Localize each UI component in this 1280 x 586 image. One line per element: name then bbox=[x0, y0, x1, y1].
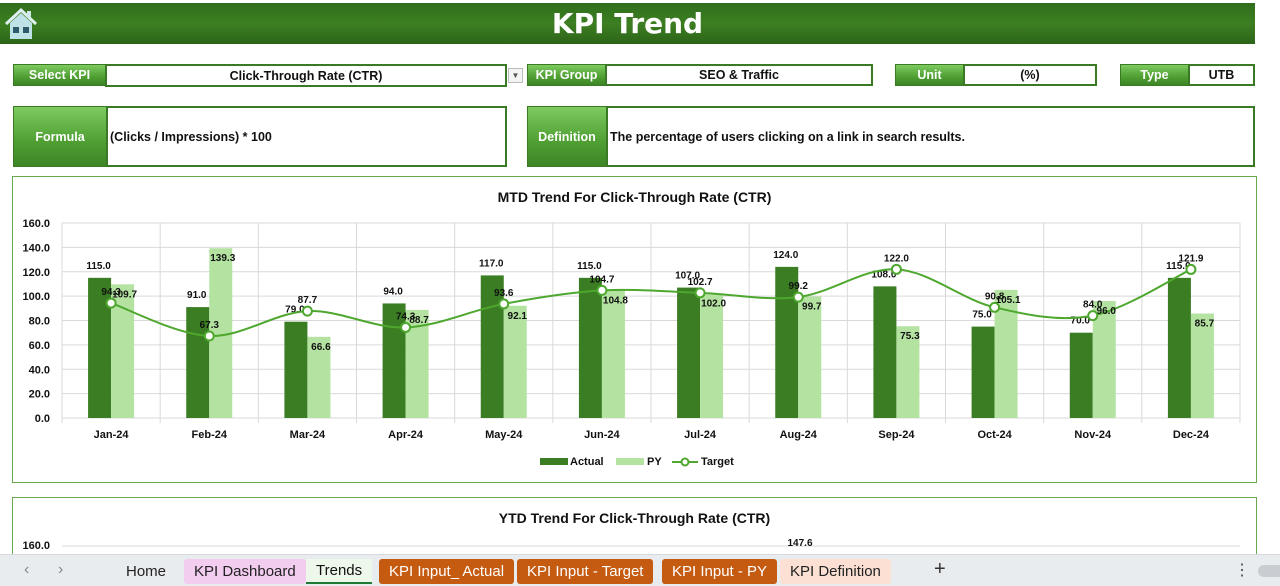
data-label-actual: 115.0 bbox=[86, 261, 111, 272]
data-label-actual: 94.0 bbox=[383, 286, 403, 297]
data-label-py: 92.1 bbox=[508, 311, 528, 322]
sheet-tab-bar: ‹ › Home KPI Dashboard Trends KPI Input_ Ac… bbox=[0, 554, 1280, 586]
bar-actual bbox=[578, 277, 602, 418]
sheet-tab-kpi-input-py[interactable]: KPI Input - PY bbox=[662, 559, 778, 584]
target-marker bbox=[400, 321, 412, 333]
y-tick-label: 80.0 bbox=[29, 316, 50, 328]
data-label-py: 85.7 bbox=[1195, 319, 1215, 330]
sheet-tab-home[interactable]: Home bbox=[116, 559, 176, 584]
legend-marker-target bbox=[680, 457, 690, 467]
bar-py bbox=[601, 290, 625, 418]
x-tick-label: Aug-24 bbox=[780, 429, 818, 441]
data-label-target: 99.2 bbox=[789, 281, 809, 292]
ytd-y-tick: 160.0 bbox=[22, 540, 50, 552]
target-marker bbox=[1087, 310, 1099, 322]
data-label-py: 66.6 bbox=[311, 342, 331, 353]
x-tick-label: Apr-24 bbox=[388, 429, 424, 441]
x-tick-label: Jun-24 bbox=[584, 429, 620, 441]
target-marker bbox=[105, 297, 117, 309]
legend-label-actual: Actual bbox=[570, 456, 604, 468]
data-label-target: 90.8 bbox=[985, 291, 1005, 302]
x-tick-label: Jul-24 bbox=[684, 429, 717, 441]
x-tick-label: Sep-24 bbox=[878, 429, 915, 441]
data-label-py: 75.3 bbox=[900, 331, 920, 342]
target-marker bbox=[596, 284, 608, 296]
data-label-actual: 91.0 bbox=[187, 290, 207, 301]
data-label-target: 74.3 bbox=[396, 311, 416, 322]
legend-swatch-py bbox=[616, 458, 644, 465]
data-label-py: 139.3 bbox=[210, 253, 235, 264]
data-label-target: 102.7 bbox=[688, 277, 713, 288]
x-tick-label: Dec-24 bbox=[1173, 429, 1210, 441]
target-marker bbox=[301, 305, 313, 317]
bar-py bbox=[700, 293, 724, 418]
data-label-target: 121.9 bbox=[1178, 253, 1203, 264]
data-label-target: 87.7 bbox=[298, 295, 318, 306]
bar-actual bbox=[1069, 332, 1093, 418]
scrollbar-handle[interactable] bbox=[1258, 565, 1280, 577]
data-label-py: 102.0 bbox=[701, 299, 726, 310]
next-sheet-icon[interactable]: › bbox=[58, 561, 63, 579]
target-marker bbox=[498, 298, 510, 310]
bar-actual bbox=[677, 287, 701, 418]
y-tick-label: 120.0 bbox=[22, 267, 50, 279]
legend-label-target: Target bbox=[701, 456, 734, 468]
add-sheet-icon[interactable]: + bbox=[934, 558, 946, 581]
data-label-target: 93.6 bbox=[494, 288, 514, 299]
target-marker bbox=[1185, 263, 1197, 275]
bar-actual bbox=[284, 321, 308, 418]
y-tick-label: 0.0 bbox=[35, 413, 50, 425]
target-marker bbox=[890, 263, 902, 275]
target-marker bbox=[792, 291, 804, 303]
data-label-actual: 124.0 bbox=[773, 250, 798, 261]
x-tick-label: Oct-24 bbox=[977, 429, 1012, 441]
sheet-tab-kpi-dashboard[interactable]: KPI Dashboard bbox=[184, 559, 306, 584]
legend-swatch-actual bbox=[540, 458, 568, 465]
more-options-icon[interactable]: ⋮ bbox=[1234, 560, 1250, 580]
bar-py bbox=[503, 305, 527, 418]
x-tick-label: Nov-24 bbox=[1074, 429, 1112, 441]
x-tick-label: Mar-24 bbox=[290, 429, 326, 441]
data-label-target: 84.0 bbox=[1083, 300, 1103, 311]
data-label-target: 67.3 bbox=[200, 320, 220, 331]
x-tick-label: Feb-24 bbox=[192, 429, 228, 441]
y-tick-label: 40.0 bbox=[29, 364, 50, 376]
sheet-tab-kpi-input-target[interactable]: KPI Input - Target bbox=[517, 559, 654, 584]
data-label-py: 104.8 bbox=[603, 295, 628, 306]
bar-actual bbox=[1167, 277, 1191, 418]
data-label-target: 122.0 bbox=[884, 253, 909, 264]
ytd-chart-title: YTD Trend For Click-Through Rate (CTR) bbox=[498, 510, 771, 526]
ytd-data-label: 147.6 bbox=[787, 538, 812, 549]
y-tick-label: 60.0 bbox=[29, 340, 50, 352]
target-marker bbox=[989, 301, 1001, 313]
data-label-actual: 75.0 bbox=[972, 310, 992, 321]
sheet-tab-trends[interactable]: Trends bbox=[306, 559, 373, 584]
target-marker bbox=[694, 287, 706, 299]
target-marker bbox=[203, 330, 215, 342]
prev-sheet-icon[interactable]: ‹ bbox=[24, 561, 29, 579]
x-tick-label: May-24 bbox=[485, 429, 523, 441]
y-tick-label: 160.0 bbox=[22, 218, 50, 230]
data-label-target: 94.3 bbox=[101, 287, 121, 298]
data-label-target: 104.7 bbox=[589, 274, 614, 285]
y-tick-label: 20.0 bbox=[29, 389, 50, 401]
bar-py bbox=[798, 296, 822, 418]
x-tick-label: Jan-24 bbox=[94, 429, 130, 441]
data-label-actual: 115.0 bbox=[577, 261, 602, 272]
legend-label-py: PY bbox=[647, 456, 662, 468]
sheet-tab-kpi-input-actual[interactable]: KPI Input_ Actual bbox=[379, 559, 515, 584]
y-tick-label: 140.0 bbox=[22, 242, 50, 254]
sheet-tab-kpi-definition[interactable]: KPI Definition bbox=[780, 559, 891, 584]
bar-actual bbox=[971, 326, 995, 418]
data-label-actual: 117.0 bbox=[479, 258, 504, 269]
y-tick-label: 100.0 bbox=[22, 291, 50, 303]
mtd-chart: 0.0 20.0 40.0 60.0 80.0 100.0 120.0 140.0 160.0 1… bbox=[22, 218, 1241, 468]
bar-actual bbox=[873, 286, 897, 418]
data-label-py: 99.7 bbox=[802, 301, 822, 312]
